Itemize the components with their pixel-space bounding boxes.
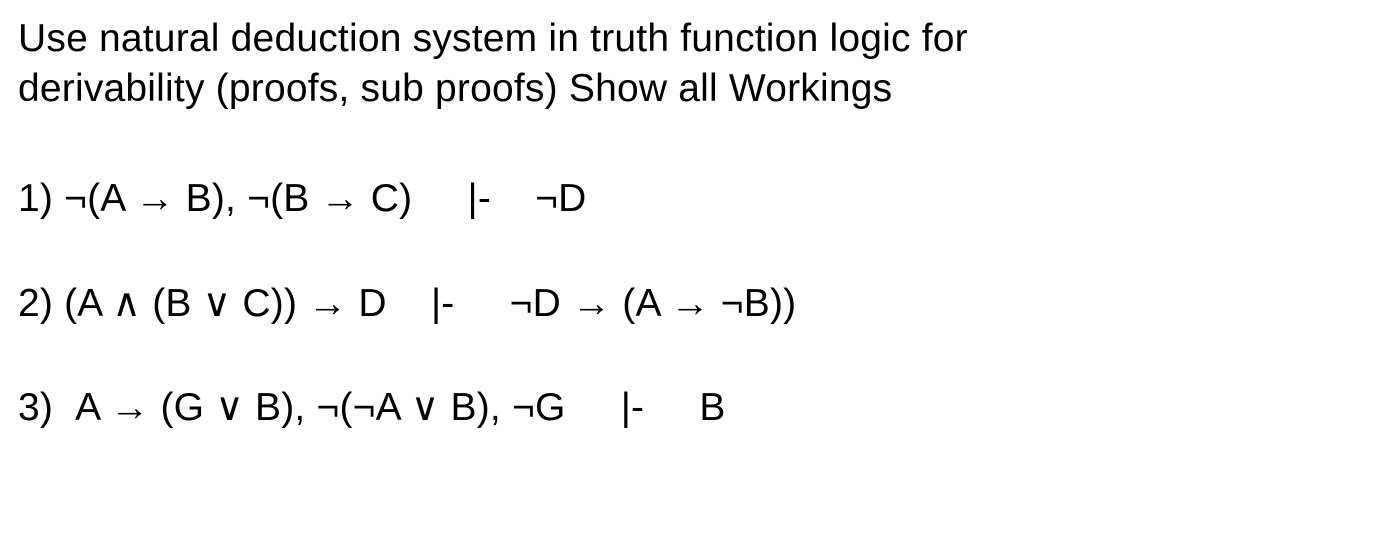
problem-1: 1) ¬(A → B), ¬(B → C) |- ¬D — [18, 176, 1380, 223]
turnstile-icon: |- — [431, 281, 455, 328]
problem-premises: (A ∧ (B ∨ C)) → D — [64, 282, 387, 325]
problem-label: 1) — [18, 177, 53, 220]
problem-label: 3) — [18, 386, 53, 429]
instructions: Use natural deduction system in truth fu… — [18, 14, 1380, 114]
problem-conclusion: B — [699, 386, 725, 429]
document-page: Use natural deduction system in truth fu… — [0, 0, 1398, 432]
problem-premises: ¬(A → B), ¬(B → C) — [64, 177, 412, 220]
turnstile-icon: |- — [467, 176, 491, 223]
instructions-line-2: derivability (proofs, sub proofs) Show a… — [18, 67, 892, 110]
problem-2: 2) (A ∧ (B ∨ C)) → D |- ¬D → (A → ¬B)) — [18, 281, 1380, 328]
problem-premises: A → (G ∨ B), ¬(¬A ∨ B), ¬G — [75, 386, 565, 429]
problem-label: 2) — [18, 282, 53, 325]
turnstile-icon: |- — [621, 385, 645, 432]
problem-conclusion: ¬D — [535, 177, 586, 220]
problem-3: 3) A → (G ∨ B), ¬(¬A ∨ B), ¬G |- B — [18, 385, 1380, 432]
problem-conclusion: ¬D → (A → ¬B)) — [510, 282, 797, 325]
instructions-line-1: Use natural deduction system in truth fu… — [18, 17, 968, 60]
